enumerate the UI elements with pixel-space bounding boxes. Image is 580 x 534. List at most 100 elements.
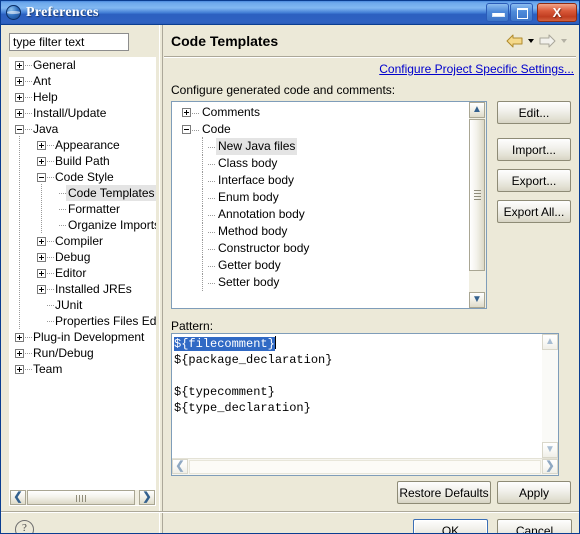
template-tree-item[interactable]: Code (172, 121, 470, 138)
template-tree-item-label: Code (202, 122, 231, 136)
restore-defaults-button[interactable]: Restore Defaults (397, 481, 491, 504)
tree-guide-line (41, 216, 43, 233)
preferences-dialog: Preferences X General Ant Help Install/Upda… (0, 0, 580, 534)
template-tree-item[interactable]: Getter body (172, 256, 470, 274)
close-button[interactable]: X (537, 3, 577, 22)
expand-plus-icon[interactable] (37, 253, 46, 262)
tree-guide-dots (192, 130, 199, 131)
export-button[interactable]: Export... (497, 169, 571, 192)
nav-tree-item[interactable]: Ant (9, 73, 156, 89)
nav-tree-hscrollbar[interactable]: ❮ ❯ (9, 489, 156, 506)
pattern-textarea[interactable]: ${filecomment} ${package_declaration} ${… (171, 333, 559, 476)
nav-tree-item[interactable]: Java (9, 121, 156, 137)
scroll-up-button[interactable]: ▲ (469, 102, 485, 118)
pattern-line: ${package_declaration} (174, 353, 333, 367)
forward-dropdown-icon (561, 39, 567, 43)
tree-guide-line (202, 171, 204, 189)
scroll-thumb[interactable] (27, 490, 135, 505)
template-tree-item[interactable]: Setter body (172, 273, 470, 291)
templates-vscrollbar[interactable]: ▲ ▼ (469, 102, 486, 308)
nav-tree-item[interactable]: Install/Update (9, 105, 156, 121)
expand-plus-icon[interactable] (15, 61, 24, 70)
filter-input[interactable] (9, 33, 129, 51)
expand-plus-icon[interactable] (37, 157, 46, 166)
cancel-button[interactable]: Cancel (497, 519, 572, 533)
template-tree-item[interactable]: Annotation body (172, 205, 470, 223)
expand-plus-icon[interactable] (15, 349, 24, 358)
templates-tree[interactable]: Comments Code New Java files Class body Inte… (171, 101, 487, 309)
scroll-left-button[interactable]: ❮ (10, 490, 26, 505)
scroll-thumb[interactable] (189, 460, 541, 474)
nav-tree-item[interactable]: Installed JREs (9, 280, 156, 297)
tree-guide-dots (208, 266, 215, 267)
forward-arrow-icon (539, 34, 556, 48)
chevron-down-icon: ▼ (472, 294, 482, 305)
ok-button[interactable]: OK (413, 519, 488, 533)
back-dropdown-icon[interactable] (528, 39, 534, 43)
scroll-down-button[interactable]: ▼ (542, 442, 558, 458)
nav-tree-item[interactable]: Compiler (9, 232, 156, 249)
scroll-down-button[interactable]: ▼ (469, 292, 485, 308)
nav-tree-item[interactable]: Help (9, 89, 156, 105)
expand-plus-icon[interactable] (182, 108, 191, 117)
scroll-right-button[interactable]: ❯ (542, 459, 558, 474)
edit-button[interactable]: Edit... (497, 101, 571, 124)
nav-tree-item[interactable]: Properties Files Edito (9, 312, 156, 329)
template-tree-item[interactable]: Class body (172, 154, 470, 172)
expand-plus-icon[interactable] (15, 77, 24, 86)
expand-plus-icon[interactable] (15, 333, 24, 342)
apply-button[interactable]: Apply (497, 481, 571, 504)
help-icon[interactable]: ? (15, 520, 34, 533)
pattern-content[interactable]: ${filecomment} ${package_declaration} ${… (174, 336, 534, 416)
nav-tree-item[interactable]: Appearance (9, 136, 156, 153)
nav-tree-item[interactable]: Debug (9, 248, 156, 265)
nav-tree-item[interactable]: Organize Imports (9, 216, 156, 233)
template-tree-item[interactable]: Constructor body (172, 239, 470, 257)
nav-tree-item[interactable]: Team (9, 361, 156, 377)
nav-tree-item[interactable]: Run/Debug (9, 345, 156, 361)
pattern-hscrollbar[interactable]: ❮ ❯ (172, 458, 558, 475)
collapse-minus-icon[interactable] (182, 125, 191, 134)
tree-guide-dots (59, 225, 66, 227)
template-tree-item[interactable]: Enum body (172, 188, 470, 206)
nav-tree-item[interactable]: Plug-in Development (9, 329, 156, 345)
expand-plus-icon[interactable] (37, 285, 46, 294)
template-tree-item[interactable]: New Java files (172, 137, 470, 155)
pattern-line: ${type_declaration} (174, 401, 311, 415)
nav-tree-item[interactable]: Editor (9, 264, 156, 281)
chevron-up-icon: ▲ (545, 336, 555, 347)
template-tree-item-label: Setter body (218, 275, 280, 289)
expand-plus-icon[interactable] (37, 269, 46, 278)
collapse-minus-icon[interactable] (15, 125, 24, 134)
nav-tree-item[interactable]: Code Style (9, 168, 156, 185)
back-arrow-icon[interactable] (506, 34, 523, 48)
preferences-nav-tree[interactable]: General Ant Help Install/Update Java Appearan… (9, 57, 156, 489)
nav-tree-item[interactable]: Formatter (9, 200, 156, 217)
scroll-thumb[interactable] (469, 119, 485, 271)
expand-plus-icon[interactable] (37, 237, 46, 246)
minimize-button[interactable] (486, 3, 509, 22)
nav-tree-item[interactable]: JUnit (9, 296, 156, 313)
nav-tree-item[interactable]: Code Templates (9, 184, 156, 201)
template-tree-item[interactable]: Comments (172, 104, 470, 121)
maximize-button[interactable] (510, 3, 533, 22)
export-all-button[interactable]: Export All... (497, 200, 571, 223)
import-button[interactable]: Import... (497, 138, 571, 161)
configure-project-specific-settings-link[interactable]: Configure Project Specific Settings... (379, 62, 574, 76)
pattern-vscrollbar[interactable]: ▲ ▼ (542, 334, 558, 458)
scroll-right-button[interactable]: ❯ (139, 490, 155, 505)
expand-plus-icon[interactable] (15, 93, 24, 102)
nav-tree-item[interactable]: Build Path (9, 152, 156, 169)
expand-plus-icon[interactable] (15, 365, 24, 374)
scroll-up-button[interactable]: ▲ (542, 334, 558, 350)
expand-plus-icon[interactable] (15, 109, 24, 118)
scroll-left-button[interactable]: ❮ (172, 459, 188, 474)
template-tree-item[interactable]: Interface body (172, 171, 470, 189)
collapse-minus-icon[interactable] (37, 173, 46, 182)
template-tree-item[interactable]: Method body (172, 222, 470, 240)
tree-guide-dots (192, 113, 199, 114)
template-tree-item-label: Getter body (218, 258, 281, 272)
nav-tree-item[interactable]: General (9, 57, 156, 73)
tree-guide-dots (208, 249, 215, 250)
expand-plus-icon[interactable] (37, 141, 46, 150)
